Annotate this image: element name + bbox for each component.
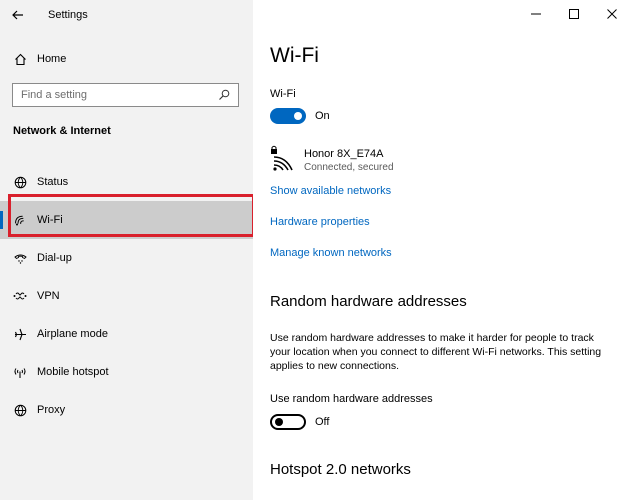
wifi-toggle[interactable] [270,108,306,124]
random-hw-toggle-state: Off [315,416,330,428]
wifi-toggle-state: On [315,110,330,122]
hotspot-icon [13,365,27,379]
close-button[interactable] [593,0,631,28]
random-hw-toggle[interactable] [270,414,306,430]
globe-icon [13,403,27,417]
random-hw-toggle-label: Use random hardware addresses [270,393,433,405]
network-info: Honor 8X_E74A Connected, secured [304,144,394,175]
close-icon [607,9,617,19]
wifi-secured-icon [270,144,296,174]
sidebar-item-wifi[interactable]: Wi-Fi [0,201,253,239]
wifi-toggle-row: On [270,108,330,124]
show-available-networks-link[interactable]: Show available networks [270,185,391,197]
search-box[interactable] [12,83,239,107]
sidebar-item-status[interactable]: Status [0,163,253,201]
network-name: Honor 8X_E74A [304,148,384,160]
sidebar-item-label: Mobile hotspot [37,366,109,378]
app-title: Settings [48,9,88,21]
back-button[interactable] [0,0,36,30]
sidebar-item-home[interactable]: Home [0,46,253,72]
toggle-knob [275,418,283,426]
connected-network[interactable]: Honor 8X_E74A Connected, secured [270,144,394,175]
minimize-button[interactable] [517,0,555,28]
sidebar-item-label: Status [37,176,69,188]
wifi-icon [13,213,27,227]
sidebar-item-label: VPN [37,290,60,302]
sidebar-item-label: Proxy [37,404,66,416]
toggle-knob [294,112,302,120]
sidebar-item-label: Wi-Fi [37,214,63,226]
wifi-toggle-label: Wi-Fi [270,88,296,100]
minimize-icon [531,13,541,15]
random-hw-description: Use random hardware addresses to make it… [270,332,602,372]
maximize-icon [569,9,579,19]
sidebar-item-vpn[interactable]: VPN [0,277,253,315]
sidebar-item-airplane-mode[interactable]: Airplane mode [0,315,253,353]
sidebar: Settings Home Network & Internet Status [0,0,255,500]
window-controls [517,0,631,28]
maximize-button[interactable] [555,0,593,28]
dialup-icon [13,251,27,265]
globe-status-icon [13,175,27,189]
hardware-properties-link[interactable]: Hardware properties [270,216,370,228]
airplane-icon [13,327,27,341]
sidebar-item-label: Home [37,53,67,65]
back-arrow-icon [12,10,23,20]
hotspot-heading: Hotspot 2.0 networks [270,461,411,478]
home-icon [13,52,27,66]
page-title: Wi-Fi [270,44,319,67]
sidebar-item-proxy[interactable]: Proxy [0,391,253,429]
network-status: Connected, secured [304,162,394,173]
manage-known-networks-link[interactable]: Manage known networks [270,247,392,259]
random-hw-toggle-row: Off [270,414,329,430]
sidebar-item-label: Dial-up [37,252,72,264]
vpn-icon [13,289,27,303]
sidebar-nav: Status Wi-Fi Dial-up VPN Airplane mode M… [0,163,253,429]
random-hw-heading: Random hardware addresses [270,293,467,310]
sidebar-item-label: Airplane mode [37,328,108,340]
main-panel: Wi-Fi Wi-Fi On Honor 8X_E74A Connected, … [253,0,631,500]
section-title: Network & Internet [13,125,111,137]
sidebar-item-mobile-hotspot[interactable]: Mobile hotspot [0,353,253,391]
search-input[interactable] [21,89,211,101]
sidebar-item-dialup[interactable]: Dial-up [0,239,253,277]
search-icon[interactable] [218,89,230,101]
title-bar: Settings [0,0,253,30]
